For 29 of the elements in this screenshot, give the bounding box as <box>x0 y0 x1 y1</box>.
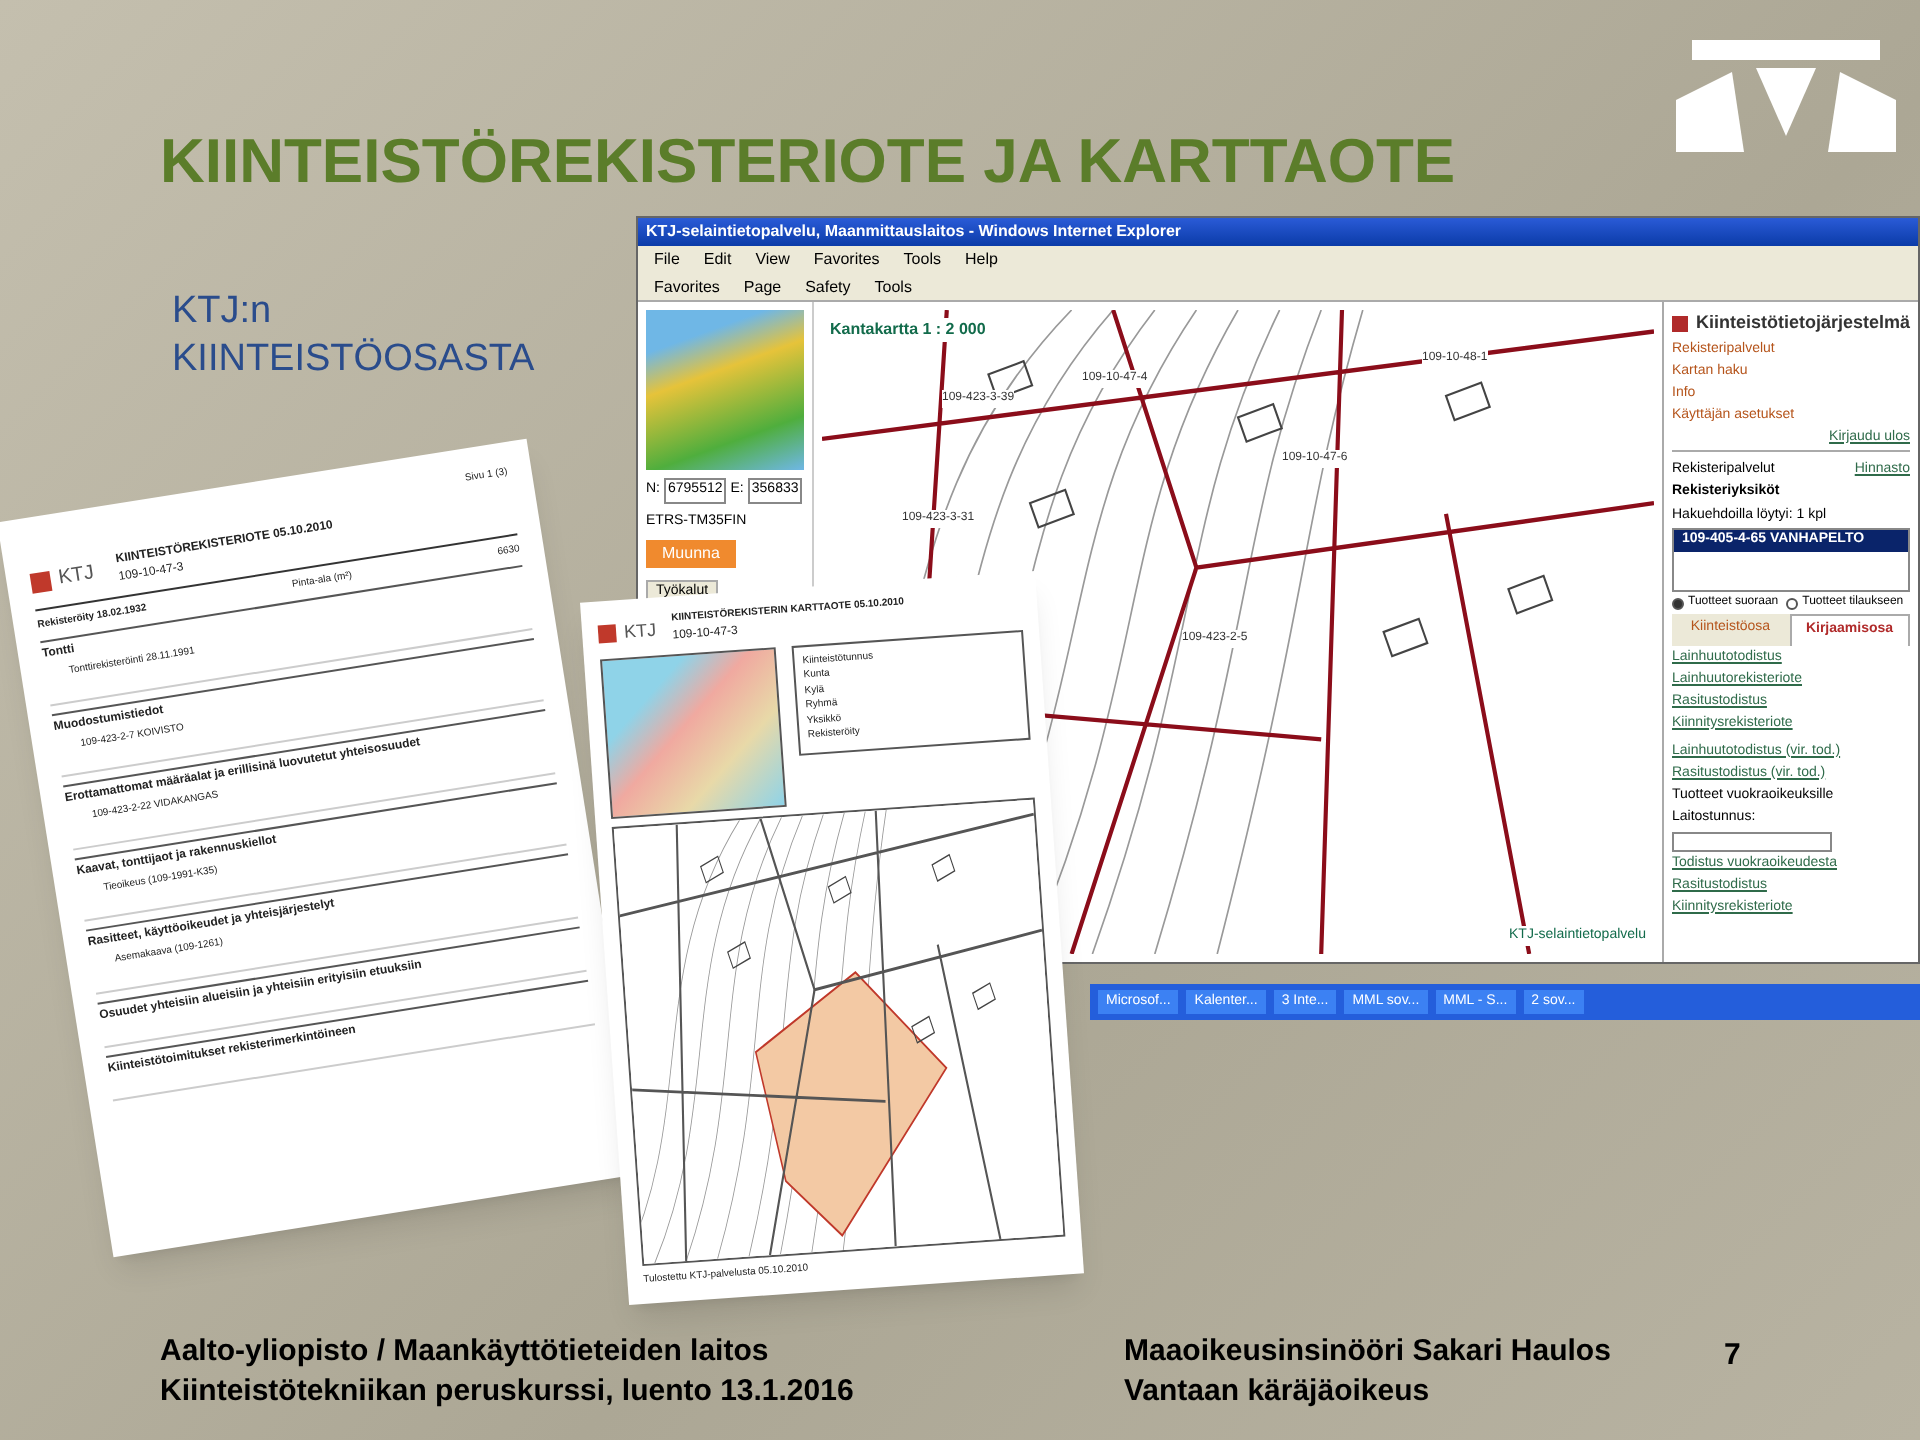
menu-item[interactable]: File <box>654 248 680 272</box>
toolbar-button[interactable]: Safety <box>805 275 851 299</box>
app-icon <box>1672 315 1688 332</box>
menu-item[interactable]: Favorites <box>813 248 880 272</box>
menu-item[interactable]: Edit <box>703 248 732 272</box>
menu-item[interactable]: View <box>755 248 790 272</box>
logo-text: KTJ <box>56 560 97 594</box>
footer-text: Aalto-yliopisto / Maankäyttötieteiden laitos <box>160 1332 771 1372</box>
radio-button[interactable] <box>1672 597 1684 609</box>
subtitle-line: KTJ:n <box>172 288 274 336</box>
logo-icon <box>29 569 53 593</box>
toolbar-button[interactable]: Page <box>743 275 782 299</box>
radio-button[interactable] <box>1786 597 1799 609</box>
footer-text: Maaoikeusinsinööri Sakari Haulos <box>1124 1332 1611 1372</box>
menu-item[interactable]: Help <box>964 248 998 272</box>
slide-title: KIINTEISTÖREKISTERIOTE JA KARTTAOTE <box>160 126 1456 196</box>
toolbar-button[interactable]: Tools <box>874 275 912 299</box>
menu-item[interactable]: Tools <box>903 248 941 272</box>
input-field[interactable] <box>1672 831 1832 851</box>
toolbar-button[interactable]: Favorites <box>654 275 720 299</box>
subtitle-line: KIINTEISTÖOSASTA <box>172 336 535 384</box>
page-number: 7 <box>1724 1338 1741 1372</box>
footer-text: Vantaan käräjäoikeus <box>1124 1372 1432 1412</box>
logo-icon <box>597 623 617 644</box>
logo-text: KTJ <box>623 616 658 645</box>
app-heading: Kiinteistötietojärjestelmä <box>1695 310 1910 336</box>
map-scale: Kantakartta 1 : 2 000 <box>830 318 986 342</box>
footer-text: Kiinteistötekniikan peruskurssi, luento 13.1.2016 <box>160 1372 854 1412</box>
window-title: KTJ-selaintietopalvelu, Maanmittauslaitos - Windows Internet Explorer <box>646 220 1182 244</box>
